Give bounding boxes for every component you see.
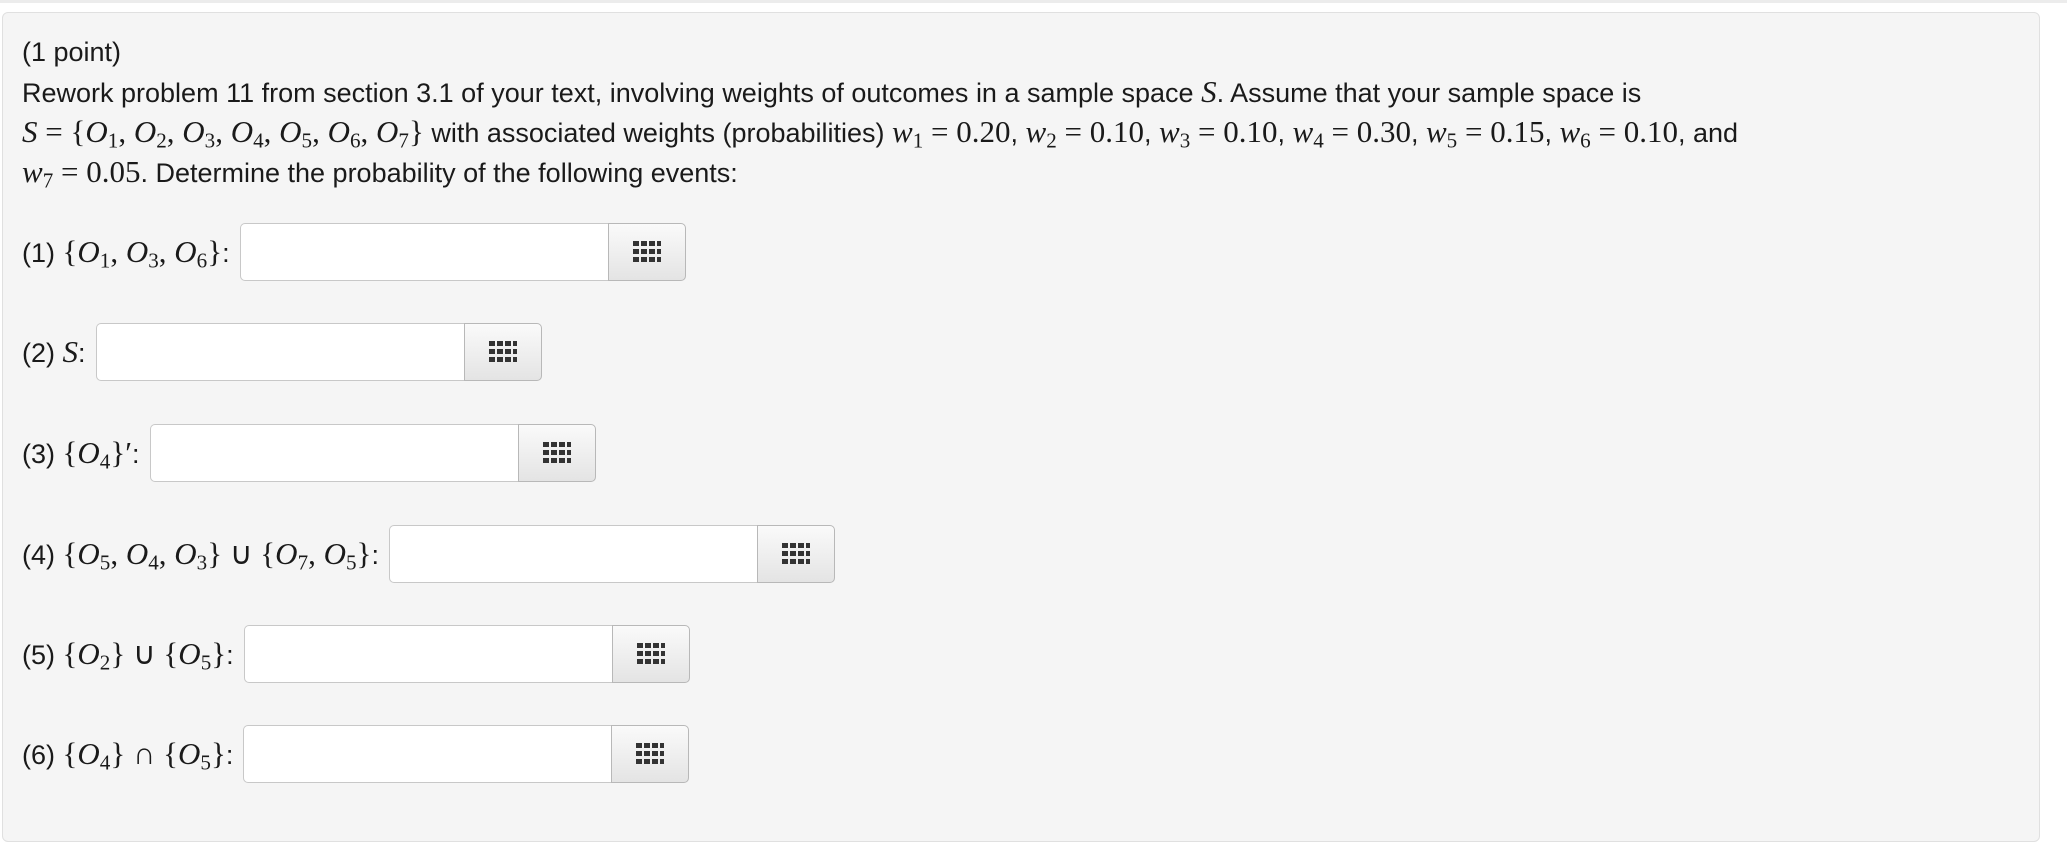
- answer-input-6[interactable]: [243, 725, 612, 783]
- top-tab-strip: [0, 0, 2067, 3]
- question-6-label: (6) {O4} ∩ {O5}:: [22, 736, 234, 775]
- sample-space-definition: S = {O1, O2, O3, O4, O5, O6, O7} with as…: [22, 114, 1738, 153]
- weight-2: w2 = 0.10: [1025, 114, 1144, 153]
- question-2: (2) S:: [22, 322, 542, 382]
- points-label: (1 point): [22, 37, 122, 67]
- weight-1: w1 = 0.20: [892, 114, 1011, 153]
- weight-3: w3 = 0.10: [1159, 114, 1278, 153]
- palette-button-2[interactable]: [463, 323, 542, 381]
- grid-palette-icon: [632, 241, 661, 262]
- answer-input-1[interactable]: [239, 223, 608, 281]
- grid-palette-icon: [781, 543, 810, 564]
- answer-input-3[interactable]: [149, 424, 518, 482]
- question-1-label: (1) {O1, O3, O6}:: [22, 234, 230, 273]
- question-3-label: (3) {O4}′:: [22, 435, 140, 474]
- problem-instruction: w7 = 0.05. Determine the probability of …: [22, 154, 738, 193]
- question-4: (4) {O5, O4, O3} ∪ {O7, O5}:: [22, 524, 835, 584]
- palette-button-3[interactable]: [517, 424, 596, 482]
- question-6: (6) {O4} ∩ {O5}:: [22, 724, 690, 784]
- problem-intro: Rework problem 11 from section 3.1 of yo…: [22, 74, 1642, 109]
- grid-palette-icon: [636, 643, 665, 664]
- question-5-label: (5) {O2} ∪ {O5}:: [22, 636, 234, 675]
- grid-palette-icon: [636, 743, 665, 764]
- weight-7: w7 = 0.05: [22, 154, 141, 193]
- palette-button-1[interactable]: [607, 223, 686, 281]
- space-symbol: S: [1201, 74, 1217, 109]
- sample-space-set: S = {O1, O2, O3, O4, O5, O6, O7}: [22, 114, 424, 153]
- answer-input-2[interactable]: [95, 323, 464, 381]
- question-3: (3) {O4}′:: [22, 423, 596, 483]
- answer-input-5[interactable]: [243, 625, 612, 683]
- palette-button-4[interactable]: [756, 525, 835, 583]
- question-4-label: (4) {O5, O4, O3} ∪ {O7, O5}:: [22, 536, 379, 575]
- question-5: (5) {O2} ∪ {O5}:: [22, 624, 690, 684]
- answer-input-4[interactable]: [388, 525, 757, 583]
- grid-palette-icon: [542, 442, 571, 463]
- grid-palette-icon: [488, 341, 517, 362]
- palette-button-6[interactable]: [611, 725, 690, 783]
- palette-button-5[interactable]: [611, 625, 690, 683]
- question-2-label: (2) S:: [22, 334, 86, 369]
- weight-4: w4 = 0.30: [1292, 114, 1411, 153]
- weight-6: w6 = 0.10: [1559, 114, 1678, 153]
- question-1: (1) {O1, O3, O6}:: [22, 222, 686, 282]
- weight-5: w5 = 0.15: [1425, 114, 1545, 153]
